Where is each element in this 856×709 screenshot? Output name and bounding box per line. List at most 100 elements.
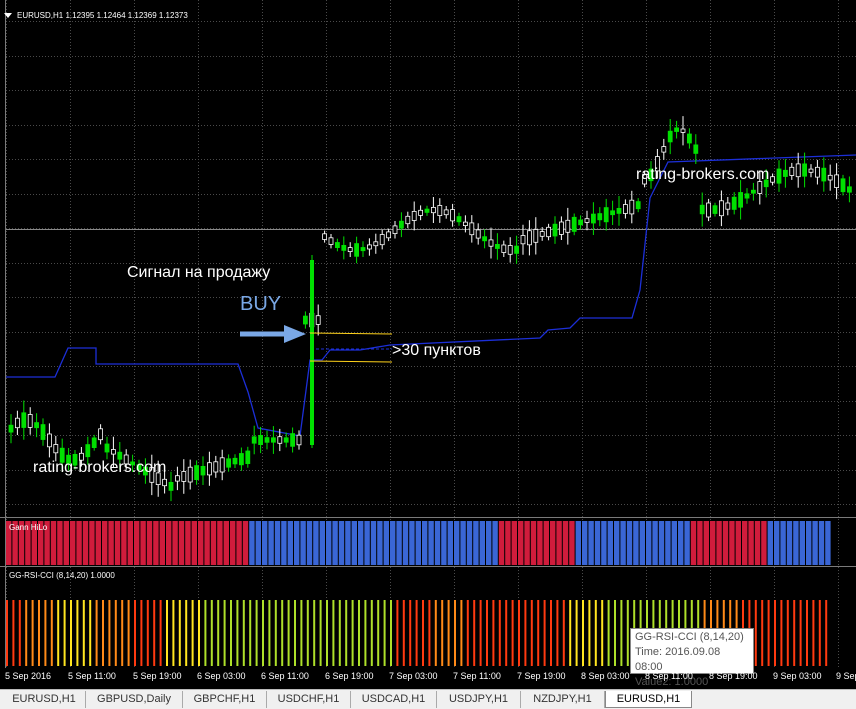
gg-rsi-bar bbox=[281, 600, 284, 666]
tab-eurusd-h1-active[interactable]: EURUSD,H1 bbox=[605, 691, 692, 708]
gg-rsi-bar bbox=[300, 600, 303, 666]
tab-nzdjpy-h1[interactable]: NZDJPY,H1 bbox=[521, 691, 605, 708]
gann-bar bbox=[786, 521, 793, 565]
tab-usdcad-h1[interactable]: USDCAD,H1 bbox=[351, 691, 437, 708]
candle-body bbox=[712, 205, 718, 214]
gann-bar bbox=[550, 521, 556, 565]
gg-rsi-bar bbox=[825, 600, 828, 666]
gg-rsi-bar bbox=[409, 600, 412, 666]
gg-rsi-bar bbox=[543, 600, 546, 666]
gann-bar bbox=[274, 521, 281, 565]
gg-rsi-bar bbox=[268, 600, 271, 666]
panel-separators bbox=[0, 0, 856, 668]
candle-body bbox=[27, 414, 33, 428]
candle-body bbox=[751, 189, 756, 194]
gg-rsi-bar bbox=[313, 600, 316, 666]
gg-rsi-bar bbox=[210, 600, 213, 666]
gg-rsi-bar bbox=[63, 600, 66, 666]
gg-rsi-bar bbox=[294, 600, 296, 666]
gg-rsi-bar bbox=[780, 600, 783, 666]
price-chart[interactable] bbox=[0, 0, 856, 668]
gg-rsi-bar bbox=[204, 600, 207, 666]
candle-body bbox=[290, 433, 296, 447]
gg-rsi-bar bbox=[332, 600, 335, 666]
gg-rsi-bar bbox=[6, 600, 8, 666]
gann-bar bbox=[639, 521, 645, 565]
candle-body bbox=[296, 434, 302, 446]
gg-rsi-bar bbox=[460, 600, 463, 666]
buy-label: BUY bbox=[240, 293, 282, 315]
gg-rsi-bar bbox=[377, 600, 380, 666]
candle-body bbox=[168, 481, 174, 491]
tab-gbpchf-h1[interactable]: GBPCHF,H1 bbox=[183, 691, 267, 708]
gann-bar bbox=[204, 521, 210, 565]
gg-rsi-bar bbox=[326, 600, 328, 666]
gann-hilo-histogram bbox=[6, 521, 831, 565]
gg-rsi-bar bbox=[441, 600, 444, 666]
gg-rsi-bar bbox=[473, 600, 476, 666]
candle-body bbox=[341, 244, 347, 251]
candle-body bbox=[302, 315, 308, 325]
chart-symbol-title[interactable]: EURUSD,H1 1.12395 1.12464 1.12369 1.1237… bbox=[4, 11, 188, 20]
gg-rsi-bar bbox=[191, 600, 194, 666]
tab-usdjpy-h1[interactable]: USDJPY,H1 bbox=[437, 691, 521, 708]
time-label: 7 Sep 19:00 bbox=[517, 671, 566, 681]
gann-bar bbox=[63, 521, 69, 565]
gann-bar bbox=[127, 521, 133, 565]
time-label: 6 Sep 11:00 bbox=[261, 671, 309, 681]
gann-bar bbox=[710, 521, 716, 565]
gann-bar bbox=[332, 521, 338, 565]
gann-bar bbox=[466, 521, 473, 565]
gann-bar bbox=[812, 521, 818, 565]
ggrsi-indicator-label: GG-RSI-CCI (8,14,20) 1.0000 bbox=[9, 571, 115, 580]
gg-rsi-bar bbox=[383, 600, 386, 666]
tab-eurusd-h1[interactable]: EURUSD,H1 bbox=[3, 691, 86, 708]
gann-bar bbox=[287, 521, 293, 565]
gann-bar bbox=[447, 521, 453, 565]
gann-bar bbox=[114, 521, 121, 565]
gann-bar bbox=[825, 521, 831, 565]
gg-rsi-bar bbox=[31, 600, 34, 666]
gg-rsi-bar bbox=[127, 600, 130, 666]
candle-body bbox=[635, 201, 641, 210]
candle-body bbox=[482, 236, 488, 242]
candle-body bbox=[200, 465, 206, 476]
chart-area[interactable]: EURUSD,H1 1.12395 1.12464 1.12369 1.1237… bbox=[0, 0, 856, 688]
candle-body bbox=[533, 229, 539, 243]
gann-bar bbox=[255, 521, 261, 565]
gann-bar bbox=[236, 521, 242, 565]
gg-rsi-bar bbox=[761, 600, 764, 666]
gg-rsi-bar bbox=[594, 600, 597, 666]
candle-body bbox=[687, 133, 692, 144]
gg-rsi-bar bbox=[108, 600, 111, 666]
gann-bar bbox=[620, 521, 626, 565]
candle-body bbox=[437, 205, 443, 217]
tab-gbpusd-daily[interactable]: GBPUSD,Daily bbox=[86, 691, 183, 708]
gg-rsi-bar bbox=[537, 600, 540, 666]
gg-rsi-bar bbox=[498, 600, 501, 666]
pips-label: >30 пунктов bbox=[392, 342, 481, 359]
candle-body bbox=[392, 225, 398, 234]
candle-body bbox=[603, 207, 609, 223]
gann-bar bbox=[70, 521, 76, 565]
candle-body bbox=[450, 209, 456, 222]
candle-body bbox=[731, 196, 737, 210]
gann-bar bbox=[658, 521, 665, 565]
candle-body bbox=[264, 437, 270, 443]
gann-bar bbox=[767, 521, 773, 565]
dropdown-arrow-icon[interactable] bbox=[4, 13, 12, 19]
tab-usdchf-h1[interactable]: USDCHF,H1 bbox=[267, 691, 351, 708]
gg-rsi-bar bbox=[492, 600, 495, 666]
chart-tab-bar: EURUSD,H1 GBPUSD,Daily GBPCHF,H1 USDCHF,… bbox=[0, 689, 856, 709]
gann-bar bbox=[345, 521, 351, 565]
gg-rsi-bar bbox=[614, 600, 616, 666]
gg-rsi-bar bbox=[620, 600, 623, 666]
gann-bar bbox=[569, 521, 575, 565]
gg-rsi-bar bbox=[569, 600, 572, 666]
candle-body bbox=[411, 210, 417, 221]
time-label: 9 Sep 11:00 bbox=[836, 671, 856, 681]
candle-body bbox=[238, 453, 244, 466]
candle-body bbox=[539, 231, 545, 237]
candle-body bbox=[283, 437, 289, 443]
gg-rsi-bar bbox=[217, 600, 220, 666]
